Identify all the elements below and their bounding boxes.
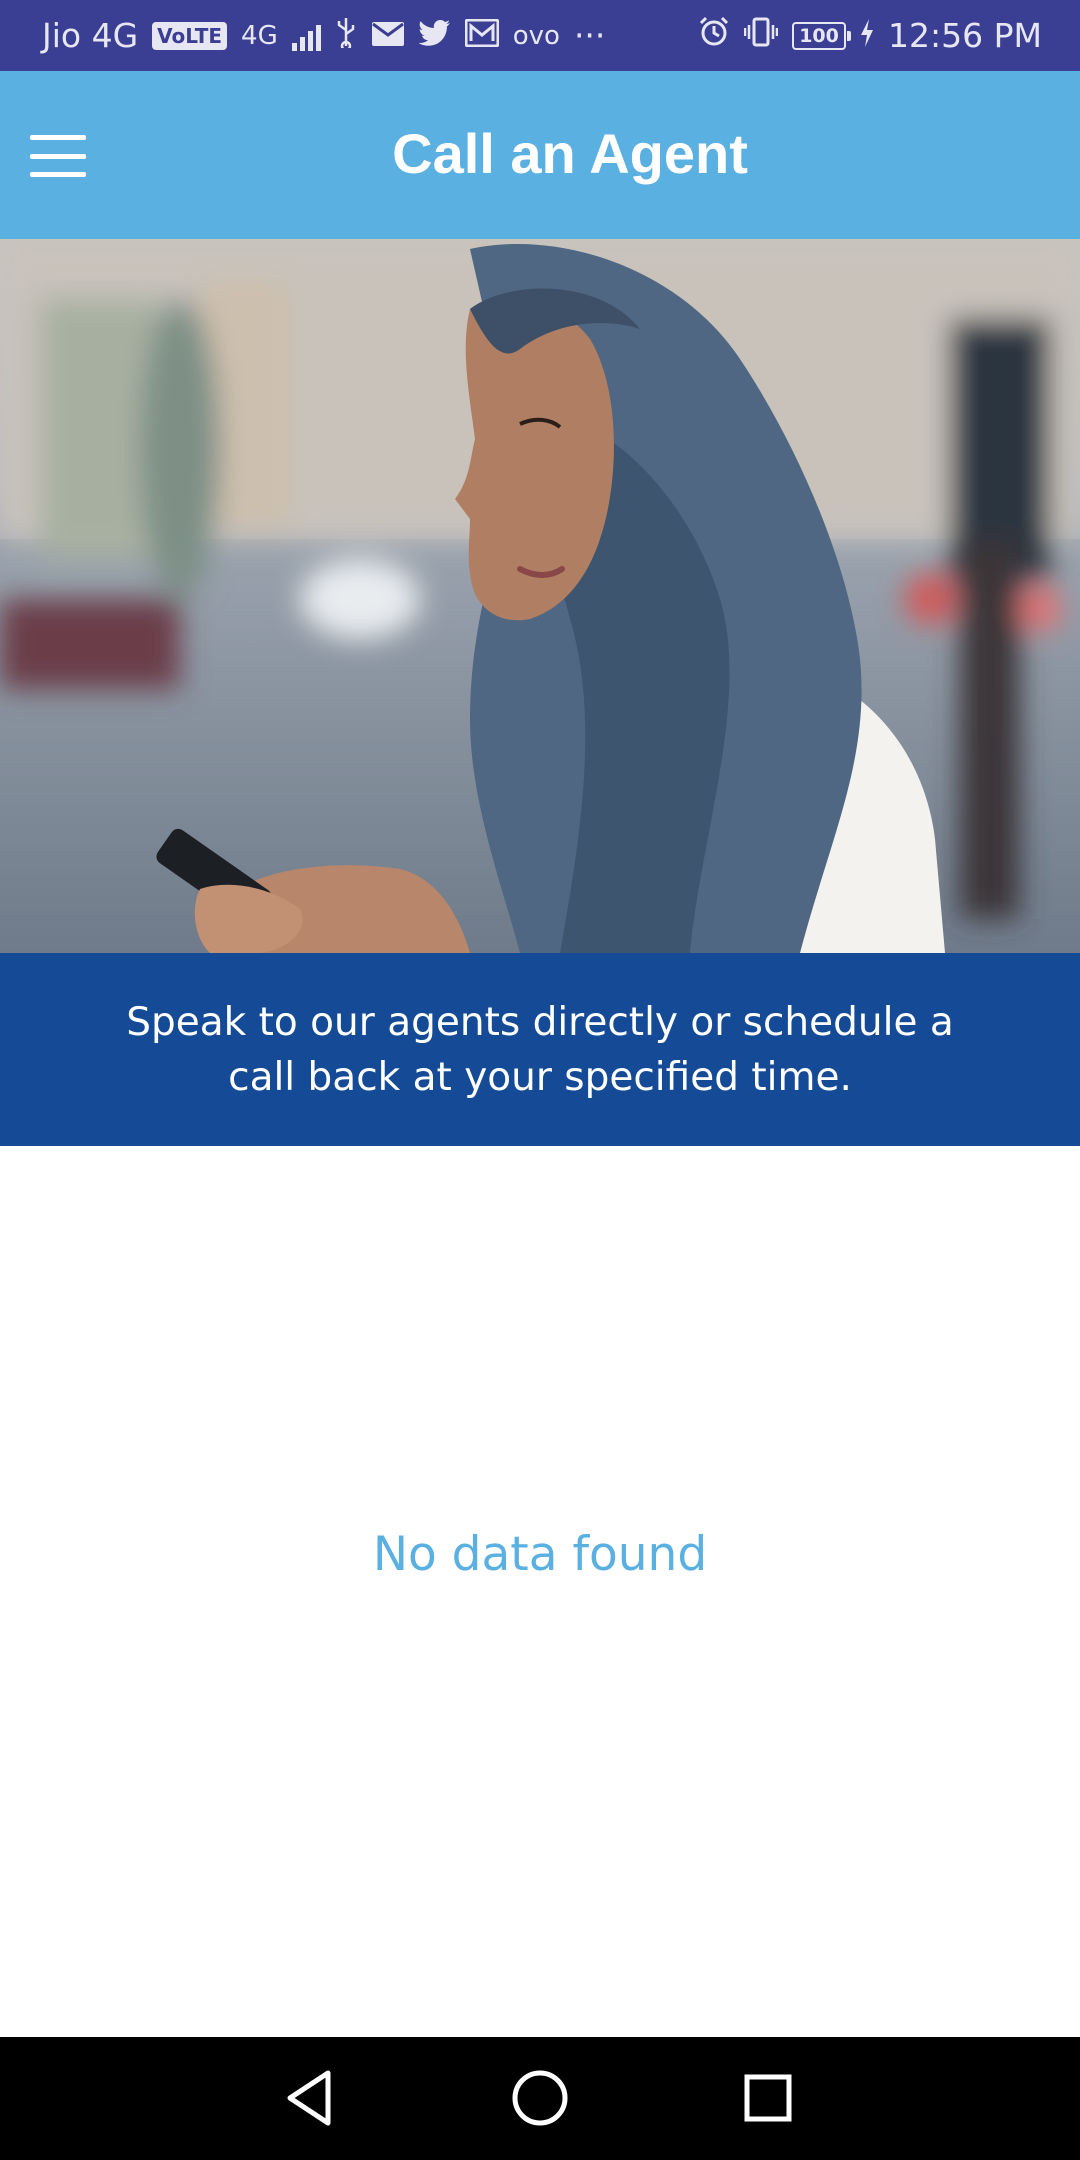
home-icon[interactable] bbox=[507, 2065, 573, 2131]
network-type-label: 4G bbox=[241, 20, 278, 51]
overflow-indicator: ··· bbox=[573, 16, 606, 55]
alarm-icon bbox=[698, 16, 730, 56]
info-banner: Speak to our agents directly or schedule… bbox=[0, 953, 1080, 1146]
mail-icon bbox=[371, 16, 405, 55]
clock-label: 12:56 PM bbox=[888, 16, 1042, 55]
charging-icon bbox=[860, 16, 874, 55]
signal-icon bbox=[291, 21, 321, 51]
vibrate-icon bbox=[743, 16, 779, 55]
status-right: 100 12:56 PM bbox=[698, 16, 1080, 56]
battery-icon: 100 bbox=[792, 21, 852, 50]
back-icon[interactable] bbox=[276, 2065, 342, 2131]
twitter-icon bbox=[418, 16, 451, 55]
system-nav-bar bbox=[0, 2037, 1080, 2160]
gmail-icon bbox=[464, 16, 500, 55]
app-notification-label: ovo bbox=[512, 20, 560, 51]
recents-icon[interactable] bbox=[735, 2065, 801, 2131]
status-left: Jio 4G VoLTE 4G ovo ··· bbox=[0, 16, 605, 56]
app-bar: Call an Agent bbox=[0, 71, 1080, 239]
banner-text: Speak to our agents directly or schedule… bbox=[126, 999, 954, 1100]
status-bar: Jio 4G VoLTE 4G ovo ··· 100 12:56 PM bbox=[0, 0, 1080, 71]
carrier-label: Jio 4G bbox=[42, 16, 139, 55]
hero-image bbox=[0, 239, 1080, 953]
empty-state-message: No data found bbox=[372, 1527, 708, 1582]
page-title: Call an Agent bbox=[392, 122, 748, 185]
usb-icon bbox=[335, 16, 357, 56]
volte-badge: VoLTE bbox=[152, 21, 228, 50]
